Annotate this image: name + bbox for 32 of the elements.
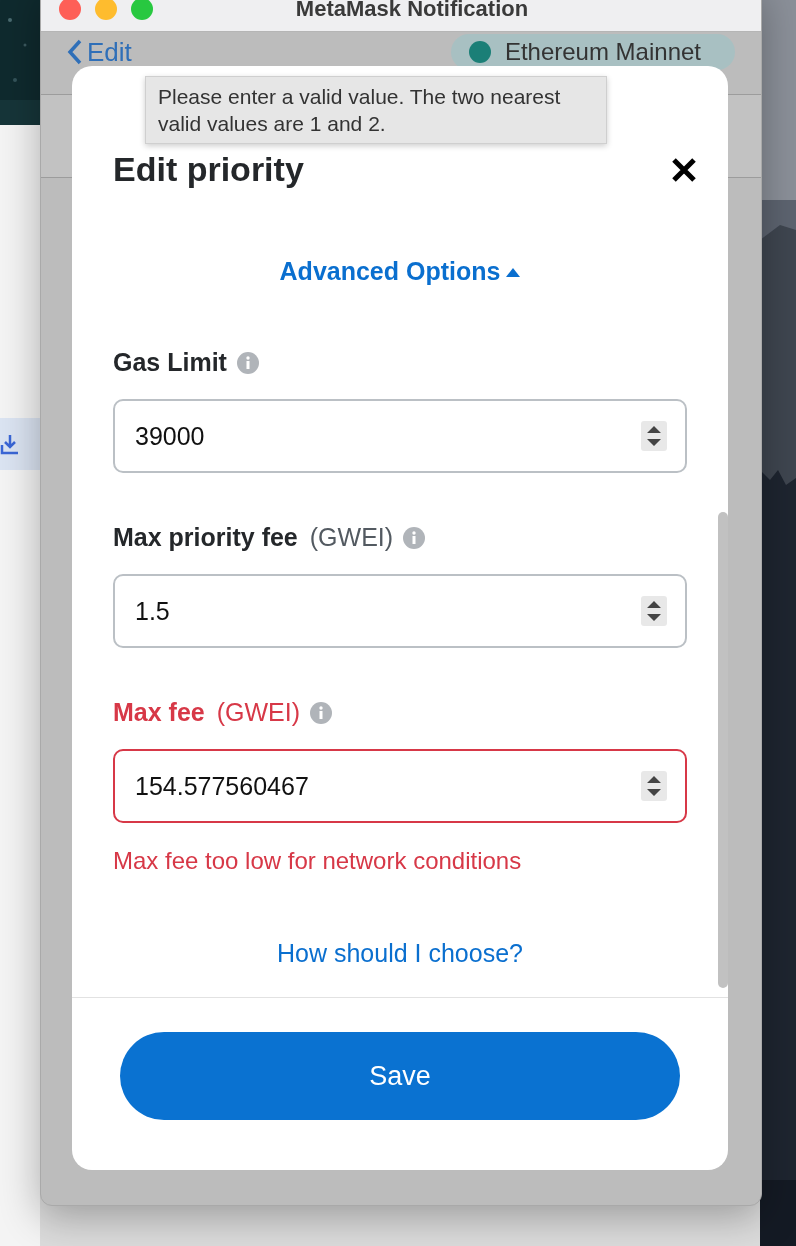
info-icon[interactable] (403, 526, 426, 549)
list-row[interactable] (0, 418, 40, 470)
window-title: MetaMask Notification (294, 0, 530, 22)
stepper-icon[interactable] (641, 421, 667, 451)
zoom-window-button[interactable] (131, 0, 153, 20)
advanced-options-toggle[interactable]: Advanced Options (279, 257, 521, 286)
network-selector[interactable]: Ethereum Mainnet (450, 34, 735, 70)
field-label: Max fee (113, 698, 205, 727)
save-button[interactable]: Save (120, 1032, 680, 1120)
field-label: Gas Limit (113, 348, 227, 377)
back-chevron-icon (67, 39, 83, 65)
download-icon[interactable] (0, 433, 20, 455)
field-label: Max priority fee (113, 523, 298, 552)
network-dot (468, 41, 491, 63)
caret-icon (506, 266, 521, 277)
stepper-icon[interactable] (641, 596, 667, 626)
dialog-title: Edit priority (113, 150, 304, 189)
info-icon[interactable] (236, 351, 259, 374)
close-window-button[interactable] (59, 0, 81, 20)
minimize-window-button[interactable] (95, 0, 117, 20)
close-icon[interactable] (671, 156, 697, 183)
number-field[interactable]: 39000 (113, 399, 687, 473)
number-field[interactable]: 1.5 (113, 574, 687, 648)
validation-tooltip: Please enter a valid value. The two nearest valid values are 1 and 2. (145, 76, 607, 144)
number-field[interactable]: 154.577560467 (113, 749, 687, 823)
info-icon[interactable] (310, 701, 333, 724)
unit-label: (GWEI) (216, 698, 301, 727)
scrollbar-thumb[interactable] (718, 512, 728, 988)
stepper-icon[interactable] (641, 771, 667, 801)
unit-label: (GWEI) (309, 523, 394, 552)
error-message: Max fee too low for network conditions (113, 847, 523, 875)
help-link[interactable]: How should I choose? (277, 939, 523, 968)
